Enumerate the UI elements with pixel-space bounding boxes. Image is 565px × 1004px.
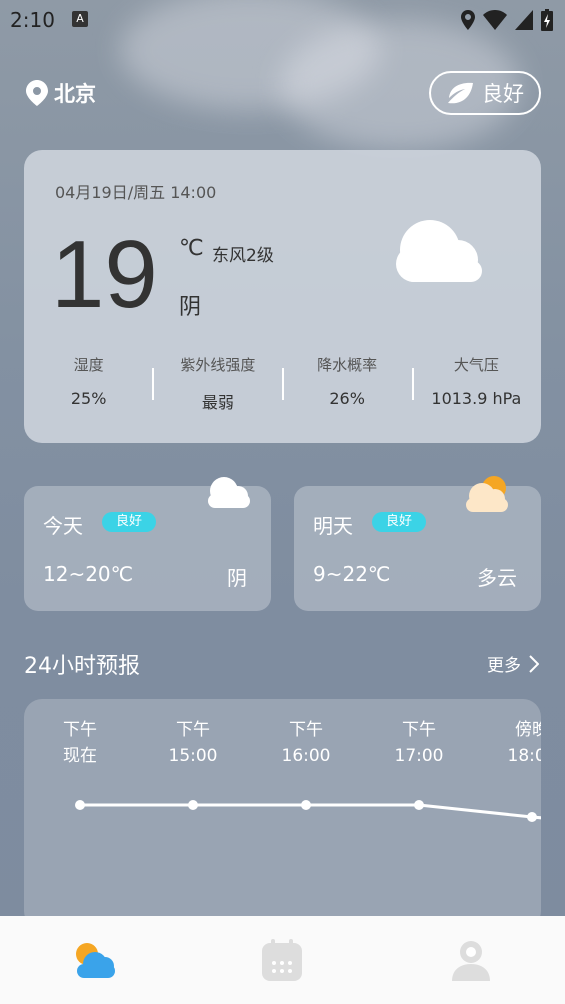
stat-divider <box>152 368 154 400</box>
tomorrow-card[interactable]: 明天 良好 9~22℃ 多云 <box>294 476 541 611</box>
trend-point <box>75 800 85 810</box>
location-pin-icon <box>26 80 48 106</box>
location[interactable]: 北京 <box>26 78 96 108</box>
trend-point <box>301 800 311 810</box>
stat-pressure: 大气压 1013.9 hPa <box>412 354 541 413</box>
stat-label: 降水概率 <box>317 356 378 374</box>
chevron-right-icon <box>529 654 539 673</box>
hourly-forecast-title: 24小时预报 <box>24 654 140 679</box>
user-icon <box>451 941 490 981</box>
hourly-trend-line <box>75 800 541 822</box>
signal-icon <box>515 10 533 30</box>
aq-badge: 良好 <box>372 512 427 532</box>
trend-point <box>414 800 424 810</box>
stat-label: 紫外线强度 <box>180 356 256 374</box>
current-condition: 阴 <box>179 295 202 320</box>
stat-uv: 紫外线强度 最弱 <box>153 354 282 413</box>
stat-precip: 降水概率 26% <box>283 354 412 413</box>
stat-value: 最弱 <box>201 393 234 412</box>
battery-icon <box>541 9 553 31</box>
bottom-tab-bar <box>0 916 565 1004</box>
air-quality-button[interactable]: 良好 <box>429 71 541 115</box>
stat-value: 25% <box>70 389 107 408</box>
location-icon <box>461 10 475 30</box>
stat-label: 大气压 <box>453 356 499 374</box>
more-link[interactable]: 更多 <box>487 651 539 676</box>
temp-range: 9~22℃ <box>313 562 391 586</box>
hourly-forecast-card[interactable]: 下午 现在 下午 15:00 下午 16:00 下午 17:00 傍晚 18:0… <box>24 699 541 929</box>
stat-humidity: 湿度 25% <box>24 354 153 413</box>
notification-icon: A <box>72 11 88 27</box>
day-condition: 多云 <box>477 566 517 590</box>
status-icons <box>461 9 553 31</box>
current-datetime: 04月19日/周五 14:00 <box>55 183 217 202</box>
stat-value: 26% <box>329 389 365 408</box>
current-weather-card[interactable]: 04月19日/周五 14:00 19 ℃ 东风2级 阴 湿度 25% 紫外线强度… <box>24 150 541 443</box>
calendar-tab[interactable] <box>188 916 376 1004</box>
stat-divider <box>412 368 414 400</box>
weather-stats: 湿度 25% 紫外线强度 最弱 降水概率 26% 大气压 1013.9 hPa <box>24 354 541 413</box>
weather-icon <box>76 943 116 978</box>
aq-badge: 良好 <box>102 512 157 532</box>
trend-point <box>188 800 198 810</box>
stat-value: 1013.9 hPa <box>431 389 522 408</box>
today-card[interactable]: 今天 良好 12~20℃ 阴 <box>24 477 271 611</box>
current-temperature: 19 <box>51 221 158 328</box>
profile-tab[interactable] <box>377 916 565 1004</box>
more-label: 更多 <box>487 656 521 676</box>
stat-label: 湿度 <box>73 356 104 374</box>
weather-tab[interactable] <box>0 916 188 1004</box>
status-bar: 2:10 A <box>0 0 565 40</box>
cloud-icon <box>396 220 482 282</box>
leaf-icon <box>448 82 473 104</box>
status-time: 2:10 <box>10 8 55 32</box>
wifi-icon <box>483 10 507 30</box>
day-title: 明天 <box>313 514 353 538</box>
cloud-icon <box>208 477 250 508</box>
calendar-icon <box>262 939 303 981</box>
day-condition: 阴 <box>227 566 247 590</box>
temp-range: 12~20℃ <box>43 562 134 586</box>
wind-info: 东风2级 <box>212 246 274 266</box>
stat-divider <box>282 368 284 400</box>
day-title: 今天 <box>43 514 83 538</box>
partly-cloudy-icon <box>466 476 508 512</box>
temperature-unit: ℃ <box>179 236 204 261</box>
city-name: 北京 <box>54 82 96 106</box>
trend-point <box>527 812 537 822</box>
air-quality-label: 良好 <box>482 82 524 106</box>
